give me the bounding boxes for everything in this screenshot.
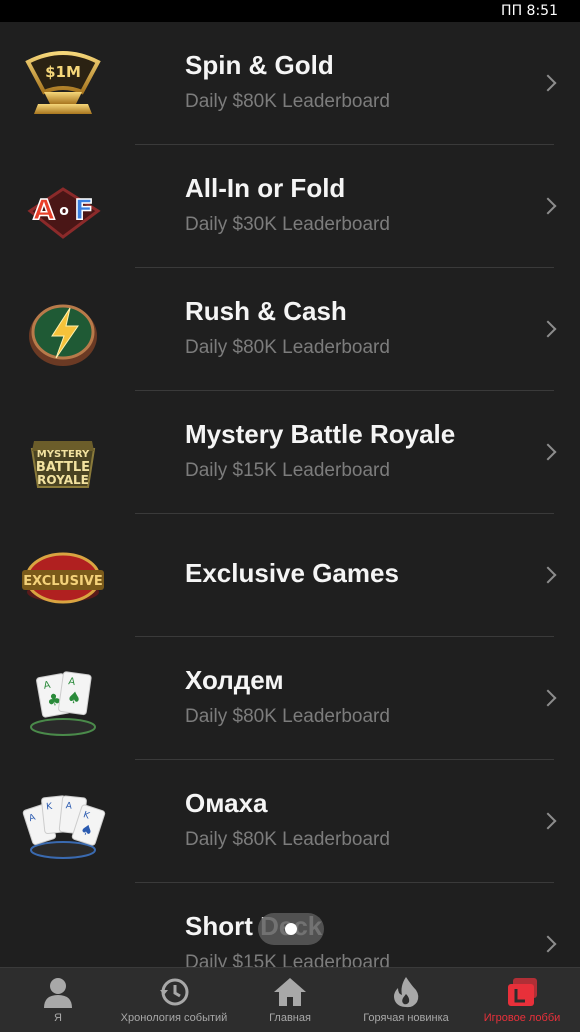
tab-label: Горячая новинка: [363, 1012, 449, 1024]
chevron-right-icon: [539, 689, 557, 707]
svg-text:MYSTERY: MYSTERY: [37, 449, 90, 460]
chevron-right-icon: [539, 566, 557, 584]
item-title: Холдем: [185, 665, 284, 695]
lobby-icon: [508, 978, 537, 1006]
tab-label: Я: [54, 1012, 62, 1024]
tab-hot[interactable]: Горячая новинка: [348, 968, 464, 1032]
svg-text:F: F: [74, 193, 93, 226]
item-title: Омаха: [185, 788, 268, 818]
item-title: Rush & Cash: [185, 296, 347, 326]
chevron-right-icon: [539, 74, 557, 92]
lightning-icon: [18, 290, 108, 370]
tab-label: Хронология событий: [120, 1012, 228, 1024]
tab-me[interactable]: Я: [0, 968, 116, 1032]
list-item-omaha[interactable]: A K A K ♠ Омаха Daily $80K Leaderboard: [0, 760, 580, 883]
item-title: Exclusive Games: [185, 558, 399, 588]
list-item-holdem[interactable]: A ♣ A ♠ Холдем Daily $80K Leaderboard: [0, 637, 580, 760]
item-subtitle: Daily $80K Leaderboard: [185, 706, 390, 727]
item-subtitle: Daily $30K Leaderboard: [185, 214, 390, 235]
svg-text:♠: ♠: [66, 687, 83, 708]
person-icon: [44, 978, 72, 1008]
bottom-tab-bar: Я Хронология событий Главная Горячая нов…: [0, 967, 580, 1032]
flame-icon: [394, 977, 419, 1008]
game-list[interactable]: $1M Spin & Gold Daily $80K Leaderboard A…: [0, 22, 580, 967]
mystery-battle-royale-icon: MYSTERY BATTLE ROYALE: [18, 413, 108, 493]
item-title: Mystery Battle Royale: [185, 419, 456, 449]
tab-lobby[interactable]: Игровое лобби: [464, 968, 580, 1032]
item-subtitle: Daily $80K Leaderboard: [185, 337, 390, 358]
pill-dot: [285, 923, 297, 935]
exclusive-icon: EXCLUSIVE: [18, 536, 108, 616]
list-item-mystery-battle-royale[interactable]: MYSTERY BATTLE ROYALE Mystery Battle Roy…: [0, 391, 580, 514]
home-gesture-pill[interactable]: [258, 913, 324, 945]
item-title: Spin & Gold: [185, 50, 334, 80]
svg-text:o: o: [59, 203, 69, 219]
tab-label: Игровое лобби: [483, 1012, 561, 1024]
list-item-rush-cash[interactable]: Rush & Cash Daily $80K Leaderboard: [0, 268, 580, 391]
item-subtitle: Daily $80K Leaderboard: [185, 91, 390, 112]
aof-icon: A o F: [18, 167, 108, 247]
chevron-right-icon: [539, 812, 557, 830]
item-subtitle: Daily $80K Leaderboard: [185, 829, 390, 850]
item-subtitle: Daily $15K Leaderboard: [185, 952, 390, 967]
chevron-right-icon: [539, 443, 557, 461]
svg-text:EXCLUSIVE: EXCLUSIVE: [23, 574, 103, 589]
spin-gold-icon: $1M: [18, 44, 108, 124]
chevron-right-icon: [539, 320, 557, 338]
list-item-exclusive-games[interactable]: EXCLUSIVE Exclusive Games: [0, 514, 580, 637]
home-icon: [274, 978, 306, 1006]
chevron-right-icon: [539, 935, 557, 953]
list-item-spin-gold[interactable]: $1M Spin & Gold Daily $80K Leaderboard: [0, 22, 580, 145]
status-bar: ПП 8:51: [0, 0, 580, 22]
svg-text:A: A: [33, 193, 55, 226]
item-title: All-In or Fold: [185, 173, 346, 203]
tab-history[interactable]: Хронология событий: [116, 968, 232, 1032]
four-cards-icon: A K A K ♠: [18, 782, 108, 862]
list-item-all-in-or-fold[interactable]: A o F All-In or Fold Daily $30K Leaderbo…: [0, 145, 580, 268]
tab-home[interactable]: Главная: [232, 968, 348, 1032]
tab-label: Главная: [269, 1012, 311, 1024]
item-subtitle: Daily $15K Leaderboard: [185, 460, 390, 481]
svg-text:$1M: $1M: [45, 63, 81, 81]
svg-text:ROYALE: ROYALE: [37, 473, 89, 487]
status-time: ПП 8:51: [501, 3, 558, 19]
chevron-right-icon: [539, 197, 557, 215]
two-cards-icon: A ♣ A ♠: [18, 659, 108, 739]
history-icon: [160, 978, 189, 1006]
